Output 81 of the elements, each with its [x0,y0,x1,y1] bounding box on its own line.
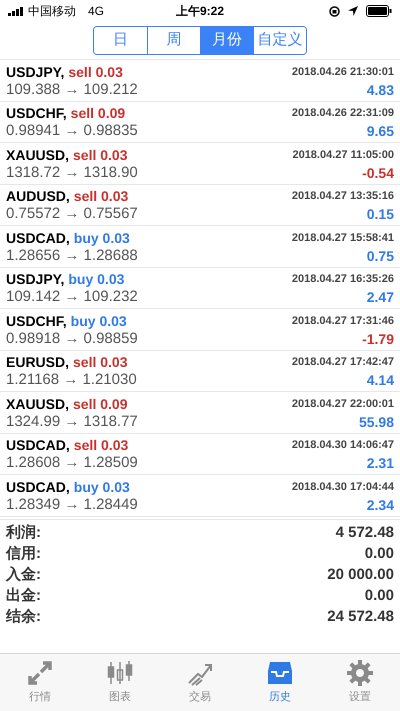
symbol-label: EURUSD, [6,353,70,372]
symbol-label: AUDUSD, [6,187,70,206]
price-change: 1324.99 → 1318.77 [6,412,138,432]
order-type: sell 0.03 [73,146,128,164]
tab-bar-item[interactable]: 历史 [240,654,320,711]
summary-label: 入金: [6,565,41,586]
summary-label: 结余: [6,607,41,628]
lock-rotation-icon [329,6,340,16]
profit-value: 0.75 [366,246,394,266]
order-type: buy 0.03 [74,228,130,248]
order-type: sell 0.09 [70,104,126,123]
order-type: buy 0.03 [70,312,127,331]
tab-bar-item[interactable]: 交易 [160,654,240,711]
order-type: sell 0.09 [73,394,128,414]
price-change: 1318.72 → 1318.90 [6,162,138,183]
tab-bar-item[interactable]: 行情 [0,654,80,711]
symbol-label: USDCAD, [6,436,70,455]
summary-label: 出金: [6,586,41,606]
symbol-label: USDCHF, [6,104,67,123]
summary-label: 信用: [6,544,41,564]
order-type: sell 0.03 [74,436,128,455]
profit-value: -0.54 [362,164,394,182]
summary-value: 24 572.48 [327,607,394,628]
trade-time: 2018.04.27 16:35:26 [292,272,394,288]
trade-time: 2018.04.26 21:30:01 [292,64,394,80]
price-change: 1.28349 → 1.28449 [6,495,138,515]
symbol-label: USDCAD, [6,478,70,496]
trade-time: 2018.04.27 22:00:01 [292,396,394,412]
price-change: 0.98941 → 0.98835 [6,121,138,142]
profit-value: -1.79 [362,330,394,348]
signal-icon [8,6,24,16]
profit-value: 4.83 [366,80,394,100]
price-change: 109.142 → 109.232 [6,287,138,308]
profit-value: 4.14 [366,371,394,390]
summary-value: 20 000.00 [327,565,394,586]
tab-bar-item[interactable]: 设置 [320,654,400,711]
trade-time: 2018.04.27 17:42:47 [292,355,394,370]
price-change: 0.98918 → 0.98859 [6,329,138,349]
clock-time: 上午9:22 [176,3,224,20]
order-type: buy 0.03 [74,478,130,497]
summary-value: 0.00 [364,586,394,606]
profit-value: 2.47 [366,288,394,307]
trade-time: 2018.04.30 14:06:47 [292,438,394,454]
profit-value: 2.34 [366,496,394,514]
period-tab[interactable]: 月份 [200,27,253,54]
symbol-label: USDJPY, [6,62,64,82]
profit-value: 0.15 [366,205,394,224]
summary-value: 0.00 [364,544,394,564]
profit-value: 2.31 [366,454,394,473]
order-type: sell 0.03 [68,62,123,82]
tab-bar-item[interactable]: 图表 [80,654,160,711]
trade-time: 2018.04.27 15:58:41 [292,230,394,246]
order-type: buy 0.03 [68,270,124,289]
symbol-label: XAUUSD, [6,146,70,164]
trade-time: 2018.04.26 22:31:09 [292,106,394,122]
carrier-name: 中国移动 [28,3,76,20]
battery-icon [366,5,392,17]
trade-time: 2018.04.27 17:31:46 [292,314,394,329]
order-type: sell 0.03 [74,187,128,206]
trade-time: 2018.04.27 13:35:16 [292,189,394,204]
symbol-label: USDCAD, [6,228,70,248]
period-tab[interactable]: 自定义 [253,27,306,54]
summary-label: 利润: [6,523,41,544]
settings-icon [346,659,374,688]
trade-time: 2018.04.27 11:05:00 [292,148,394,163]
profit-value: 9.65 [366,122,394,141]
price-change: 109.388 → 109.212 [6,80,138,100]
price-change: 1.28656 → 1.28688 [6,246,138,266]
price-change: 1.28608 → 1.28509 [6,453,138,474]
price-change: 0.75572 → 0.75567 [6,204,138,224]
symbol-label: XAUUSD, [6,394,70,414]
summary-value: 4 572.48 [336,523,394,544]
symbol-label: USDJPY, [6,270,64,289]
arrows-icon [26,659,54,688]
symbol-label: USDCHF, [6,312,67,330]
location-icon [348,6,358,16]
price-change: 1.21168 → 1.21030 [6,370,137,390]
trade-time: 2018.04.30 17:04:44 [292,480,394,495]
profit-value: 55.98 [358,412,394,432]
order-type: sell 0.03 [73,353,128,372]
network-type: 4G [88,3,104,20]
